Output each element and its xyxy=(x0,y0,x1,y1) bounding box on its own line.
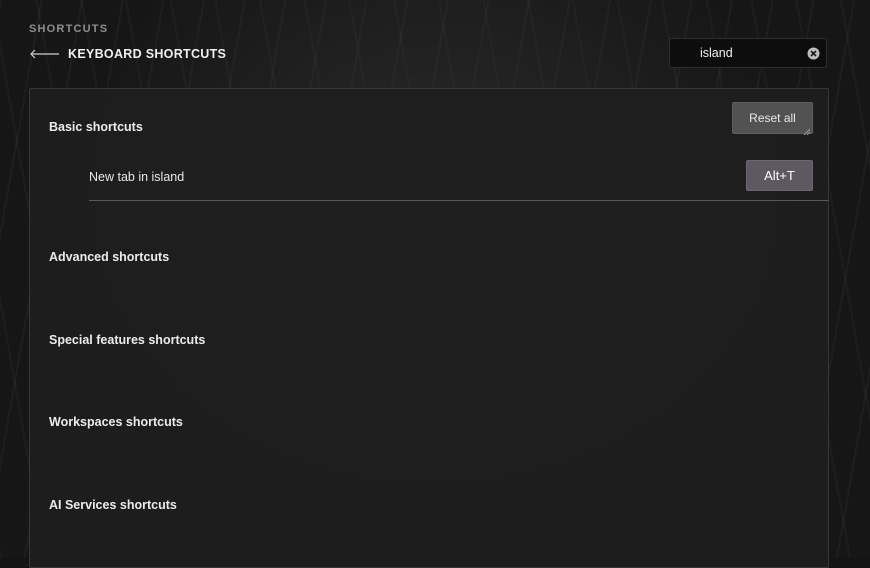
section-title-ai-services[interactable]: AI Services shortcuts xyxy=(49,498,177,512)
shortcuts-panel: Basic shortcuts Reset all New tab in isl… xyxy=(29,88,829,568)
section-title-workspaces[interactable]: Workspaces shortcuts xyxy=(49,415,183,429)
section-title-basic[interactable]: Basic shortcuts xyxy=(49,120,143,134)
search-input[interactable] xyxy=(700,45,800,61)
arrow-left-icon[interactable] xyxy=(29,48,60,60)
reset-all-button[interactable]: Reset all xyxy=(732,102,813,136)
section-title-advanced[interactable]: Advanced shortcuts xyxy=(49,250,169,264)
section-title-special-features[interactable]: Special features shortcuts xyxy=(49,333,205,347)
shortcut-row: New tab in island Alt+T xyxy=(89,160,829,201)
resize-grip-icon xyxy=(803,124,811,136)
clear-circle-icon[interactable] xyxy=(807,47,820,60)
reset-all-label: Reset all xyxy=(749,111,796,125)
breadcrumb: SHORTCUTS xyxy=(29,23,109,35)
search-box xyxy=(669,38,827,68)
shortcut-label: New tab in island xyxy=(89,170,185,184)
page-header: KEYBOARD SHORTCUTS xyxy=(29,45,226,63)
page-title: KEYBOARD SHORTCUTS xyxy=(68,47,227,61)
shortcut-key-button[interactable]: Alt+T xyxy=(746,160,813,191)
